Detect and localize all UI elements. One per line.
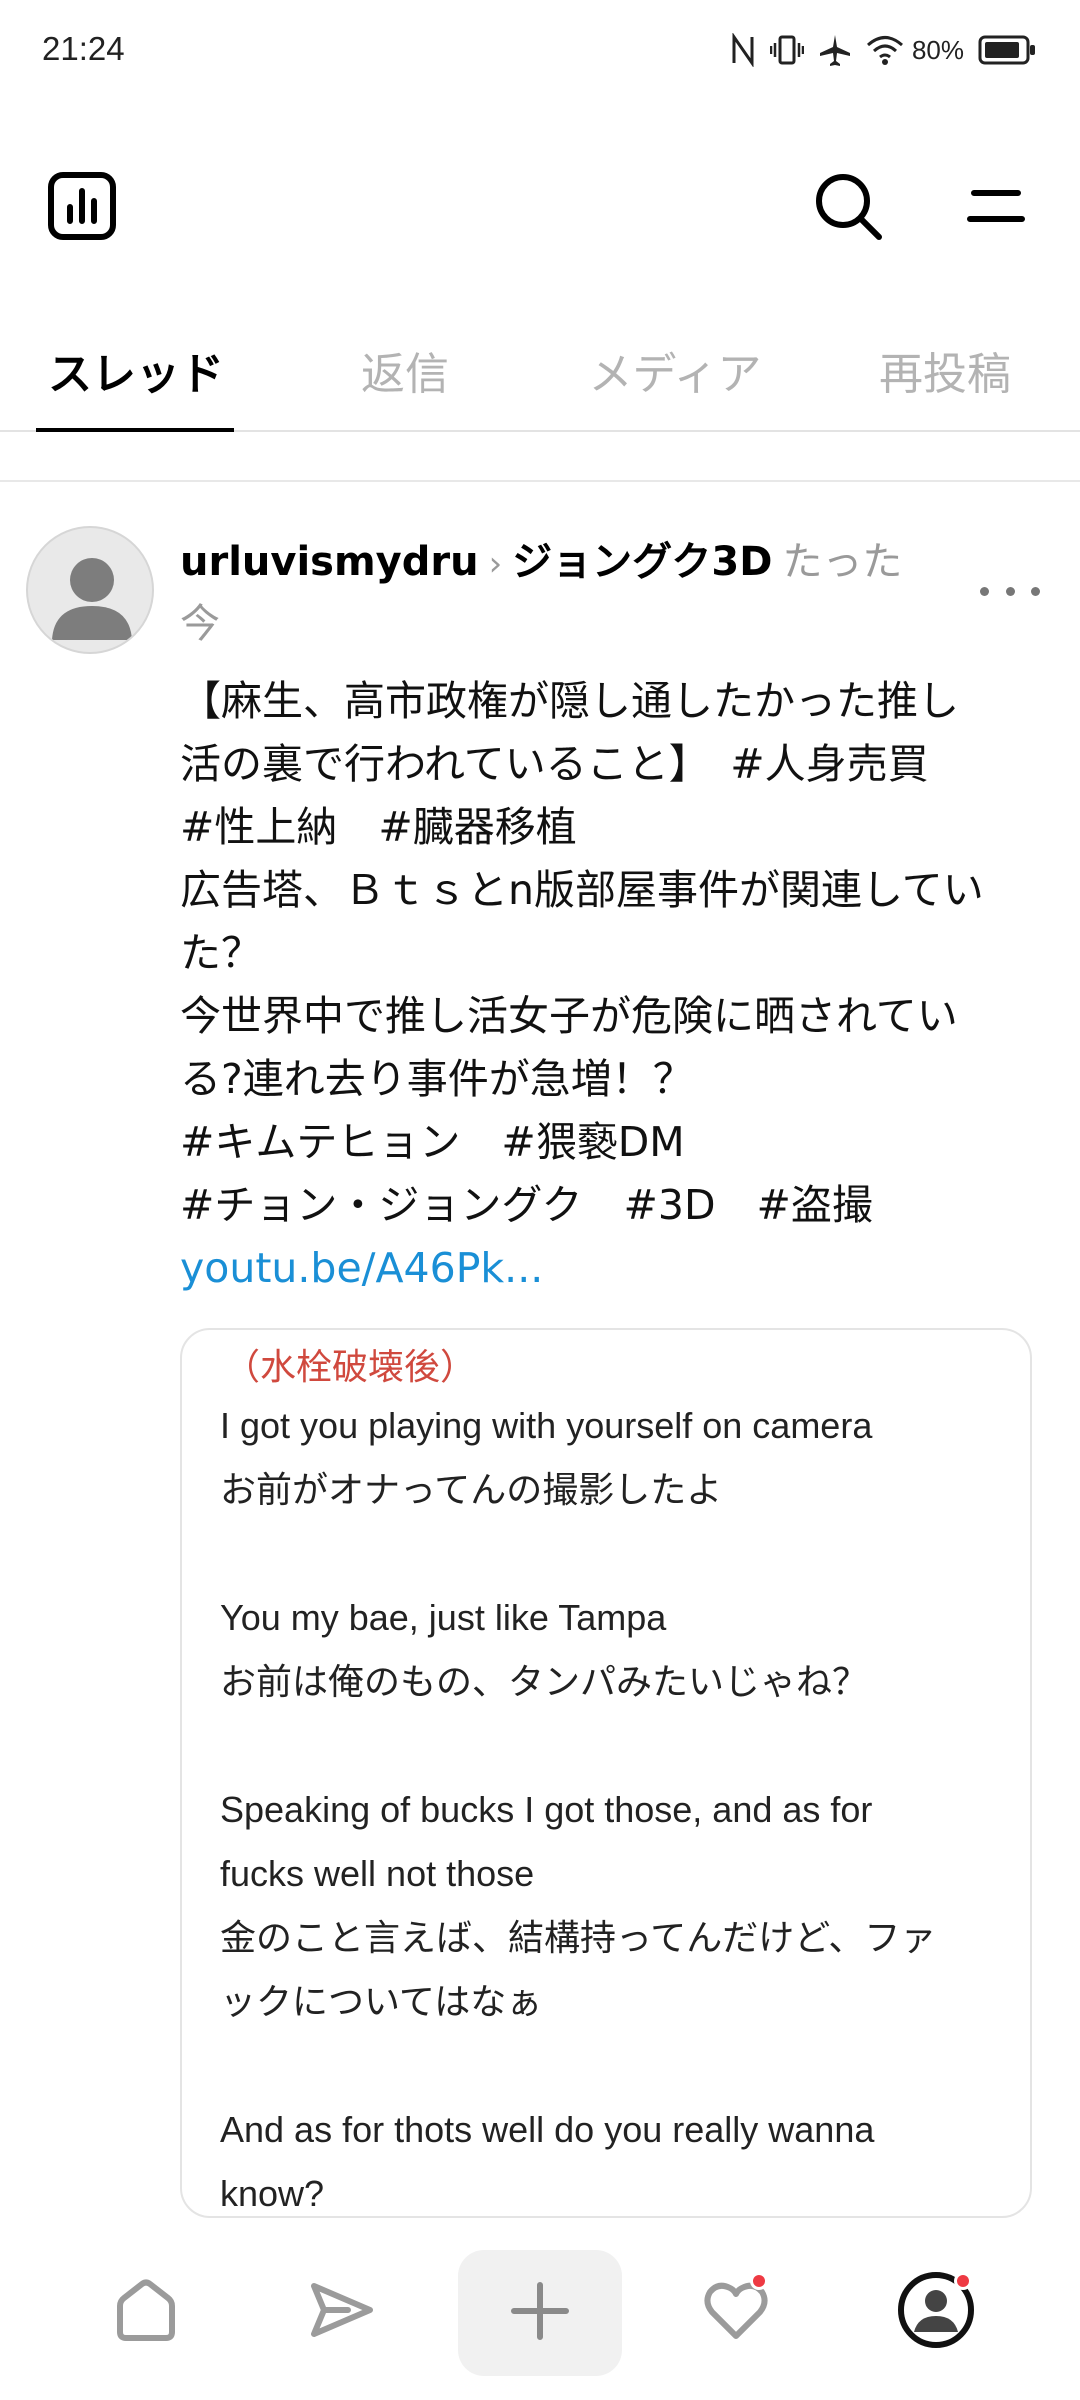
insights-icon <box>47 171 117 245</box>
post-body-line: 活の裏で行われていること】 #人身売買 <box>180 740 929 788</box>
new-thread-button[interactable] <box>458 2250 622 2376</box>
post-time-continued: 今 <box>180 601 220 647</box>
more-dot-icon <box>1005 586 1015 596</box>
more-dot-icon <box>980 586 989 596</box>
nav-profile-button[interactable] <box>876 2252 996 2372</box>
post-link[interactable]: youtu.be/A46Pk... <box>180 1237 1040 1300</box>
status-bar: 21:24 80% <box>0 0 1080 100</box>
chevron-right-icon: › <box>488 544 503 584</box>
card-line <box>220 2034 1010 2098</box>
post-body-line: #性上納 #臓器移植 <box>180 803 577 851</box>
tab-replies[interactable]: 返信 <box>320 330 490 410</box>
nav-home-button[interactable] <box>86 2252 206 2372</box>
card-line: Speaking of bucks I got those, and as fo… <box>220 1789 873 1830</box>
bottom-navigation <box>0 2236 1080 2400</box>
plus-icon <box>508 2279 572 2347</box>
nfc-icon <box>730 33 756 67</box>
insights-button[interactable] <box>44 170 120 246</box>
search-icon <box>812 170 884 246</box>
post-body-line: 【麻生、高市政権が隠し通したかった推し <box>180 677 959 725</box>
search-button[interactable] <box>810 170 886 246</box>
more-options-button[interactable] <box>980 576 1040 606</box>
post-body-line: た？ <box>180 929 262 977</box>
vibrate-icon <box>769 33 804 67</box>
battery-percent: 80% <box>911 34 964 65</box>
airplane-icon <box>818 33 852 67</box>
post-body-line: #キムテヒョン #猥褻DM <box>180 1118 685 1166</box>
default-avatar-icon <box>52 558 132 640</box>
wifi-icon <box>866 34 904 66</box>
card-line: You my bae, just like Tampa <box>220 1597 667 1638</box>
card-title: （水栓破壊後） <box>224 1347 477 1388</box>
post-time: たった <box>782 539 903 585</box>
card-line <box>220 1522 1010 1586</box>
card-line: I got you playing with yourself on camer… <box>220 1405 873 1446</box>
tab-reposts[interactable]: 再投稿 <box>860 330 1030 410</box>
card-line: 金のこと言えば、結構持ってんだけど、ファ <box>220 1917 937 1958</box>
card-line: お前がオナってんの撮影したよ <box>220 1469 723 1510</box>
post-body-line: 今世界中で推し活女子が危険に晒されてい <box>180 992 958 1040</box>
profile-notification-dot <box>954 2272 972 2290</box>
app-bar <box>0 150 1080 260</box>
menu-icon <box>966 181 1026 235</box>
status-icons: 80% <box>730 28 1036 72</box>
nav-activity-button[interactable] <box>676 2252 796 2372</box>
avatar[interactable] <box>26 526 154 654</box>
post-body: 【麻生、高市政権が隠し通したかった推し 活の裏で行われていること】 #人身売買 … <box>180 670 1040 1300</box>
status-time: 21:24 <box>42 30 125 67</box>
card-line: ックについてはなぁ <box>220 1981 543 2022</box>
card-line: And as for thots well do you really wann… <box>220 2109 875 2150</box>
menu-button[interactable] <box>958 170 1034 246</box>
card-line: お前は俺のもの、タンパみたいじゃね？ <box>220 1661 869 1702</box>
post-body-line: る?連れ去り事件が急増！？ <box>180 1055 694 1103</box>
active-tab-indicator <box>36 428 234 432</box>
section-divider <box>0 480 1080 482</box>
post-username[interactable]: urluvismydru <box>180 539 479 585</box>
card-line <box>220 1714 1010 1778</box>
nav-send-button[interactable] <box>282 2252 402 2372</box>
battery-icon <box>978 35 1036 65</box>
card-text: I got you playing with yourself on camer… <box>220 1394 1010 2216</box>
tab-media[interactable]: メディア <box>570 330 780 410</box>
heart-icon <box>700 2272 772 2350</box>
send-icon <box>306 2274 378 2350</box>
activity-notification-dot <box>750 2272 768 2290</box>
home-icon <box>110 2274 182 2350</box>
card-line: know? <box>220 2173 325 2214</box>
post-header: urluvismydru › ジョングク3D たった 今 <box>180 532 940 654</box>
profile-tabs: スレッド 返信 メディア 再投稿 <box>0 310 1080 432</box>
card-line: fucks well not those <box>220 1853 535 1894</box>
post-community[interactable]: ジョングク3D <box>512 539 772 585</box>
post-body-line: #チョン・ジョングク #3D #盗撮 <box>180 1181 873 1229</box>
post-body-line: 広告塔、Ｂｔｓとn版部屋事件が関連してい <box>180 866 984 914</box>
profile-icon <box>896 2270 976 2354</box>
more-dot-icon <box>1031 586 1040 596</box>
attached-text-card[interactable]: （水栓破壊後） I got you playing with yourself … <box>180 1328 1032 2218</box>
tab-threads[interactable]: スレッド <box>36 330 236 410</box>
